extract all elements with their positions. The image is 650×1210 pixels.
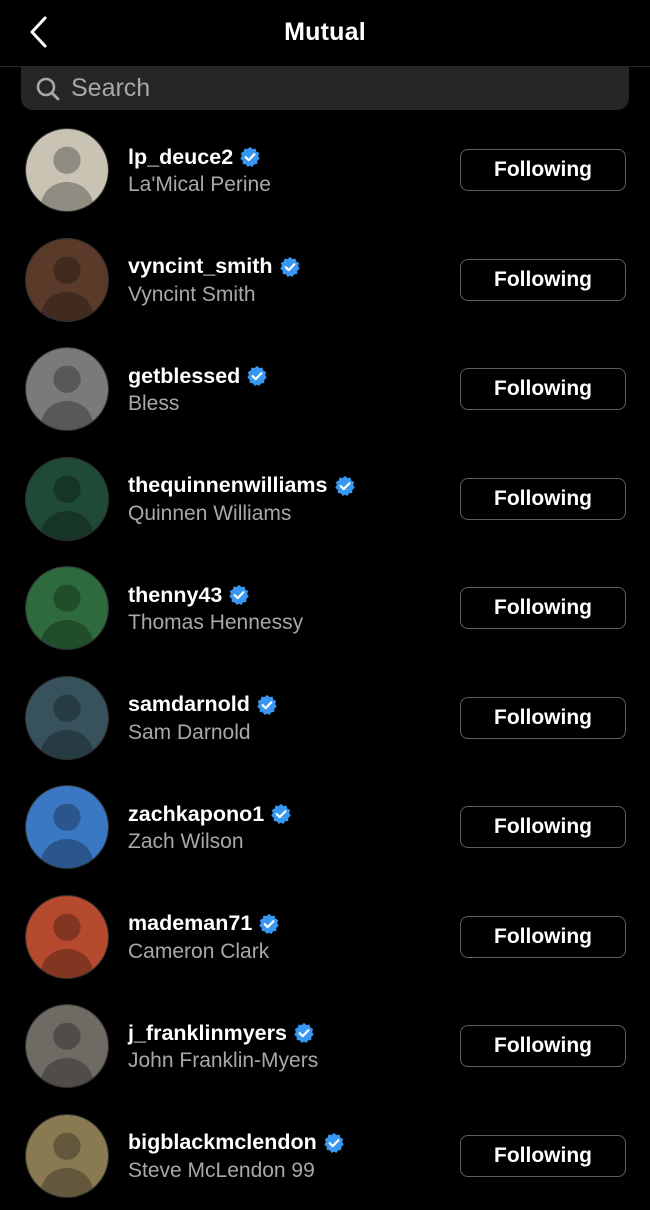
username-line: vyncint_smith — [128, 253, 301, 281]
username[interactable]: thenny43 — [128, 583, 222, 608]
avatar-image — [26, 348, 108, 430]
username[interactable]: vyncint_smith — [128, 254, 273, 279]
verified-badge-icon — [323, 1132, 345, 1154]
full-name: Cameron Clark — [128, 939, 270, 963]
avatar[interactable] — [25, 347, 109, 431]
username-line: lp_deuce2 — [128, 143, 261, 171]
username-line: j_franklinmyers — [128, 1019, 315, 1047]
following-button[interactable]: Following — [460, 1025, 626, 1067]
avatar-image — [26, 895, 108, 978]
user-row[interactable]: lp_deuce2 La'Mical Perine Following — [0, 115, 650, 225]
username[interactable]: thequinnenwilliams — [128, 473, 328, 498]
verified-badge-icon — [258, 913, 280, 935]
username[interactable]: getblessed — [128, 364, 240, 389]
avatar-image — [26, 676, 108, 759]
username-line: mademan71 — [128, 910, 280, 938]
avatar-image — [26, 238, 108, 321]
following-button[interactable]: Following — [460, 149, 626, 191]
avatar[interactable] — [25, 675, 109, 760]
search-bar[interactable] — [21, 67, 629, 110]
avatar[interactable] — [25, 1004, 109, 1088]
following-button[interactable]: Following — [460, 806, 626, 848]
username-line: zachkapono1 — [128, 800, 292, 828]
avatar-image — [26, 129, 108, 211]
following-button[interactable]: Following — [460, 477, 626, 520]
top-bar: Mutual — [0, 0, 650, 67]
avatar-image — [26, 1114, 108, 1197]
full-name: La'Mical Perine — [128, 173, 271, 196]
following-button[interactable]: Following — [460, 915, 626, 958]
verified-badge-icon — [293, 1022, 315, 1044]
full-name: Steve McLendon 99 — [128, 1158, 315, 1182]
avatar[interactable] — [25, 237, 109, 322]
mutual-followers-list: lp_deuce2 La'Mical Perine Following vync… — [0, 115, 650, 1210]
following-button[interactable]: Following — [460, 258, 626, 301]
avatar[interactable] — [25, 566, 109, 650]
username-line: thenny43 — [128, 581, 250, 609]
username[interactable]: j_franklinmyers — [128, 1021, 287, 1046]
search-icon — [35, 76, 61, 102]
user-row[interactable]: zachkapono1 Zach Wilson Following — [0, 772, 650, 882]
avatar-image — [26, 1005, 108, 1087]
following-button[interactable]: Following — [460, 1134, 626, 1177]
user-row[interactable]: thenny43 Thomas Hennessy Following — [0, 553, 650, 663]
username-line: getblessed — [128, 362, 268, 390]
full-name: Sam Darnold — [128, 720, 251, 744]
verified-badge-icon — [228, 584, 250, 606]
user-row[interactable]: j_franklinmyers John Franklin-Myers Foll… — [0, 991, 650, 1101]
avatar-image — [26, 786, 108, 868]
username[interactable]: zachkapono1 — [128, 802, 264, 827]
avatar-image — [26, 567, 108, 649]
username[interactable]: samdarnold — [128, 692, 250, 717]
verified-badge-icon — [246, 365, 268, 387]
user-row[interactable]: bigblackmclendon Steve McLendon 99 Follo… — [0, 1101, 650, 1210]
user-row[interactable]: vyncint_smith Vyncint Smith Following — [0, 225, 650, 335]
following-button[interactable]: Following — [460, 696, 626, 739]
username[interactable]: lp_deuce2 — [128, 145, 233, 170]
following-button[interactable]: Following — [460, 587, 626, 629]
avatar[interactable] — [25, 1113, 109, 1198]
full-name: Quinnen Williams — [128, 501, 292, 525]
username-line: samdarnold — [128, 691, 278, 719]
username-line: thequinnenwilliams — [128, 472, 356, 500]
full-name: Zach Wilson — [128, 830, 244, 853]
verified-badge-icon — [239, 146, 261, 168]
full-name: Vyncint Smith — [128, 282, 256, 306]
avatar[interactable] — [25, 785, 109, 869]
verified-badge-icon — [270, 803, 292, 825]
verified-badge-icon — [334, 475, 356, 497]
full-name: Bless — [128, 392, 180, 415]
user-row[interactable]: getblessed Bless Following — [0, 334, 650, 444]
user-row[interactable]: samdarnold Sam Darnold Following — [0, 663, 650, 773]
verified-badge-icon — [256, 694, 278, 716]
verified-badge-icon — [279, 256, 301, 278]
avatar[interactable] — [25, 894, 109, 979]
search-input[interactable] — [71, 74, 591, 103]
page-title: Mutual — [284, 18, 366, 46]
username-line: bigblackmclendon — [128, 1129, 345, 1157]
user-row[interactable]: mademan71 Cameron Clark Following — [0, 882, 650, 992]
user-row[interactable]: thequinnenwilliams Quinnen Williams Foll… — [0, 444, 650, 554]
username[interactable]: bigblackmclendon — [128, 1130, 317, 1155]
avatar[interactable] — [25, 456, 109, 541]
username[interactable]: mademan71 — [128, 911, 252, 936]
avatar-image — [26, 457, 108, 540]
following-button[interactable]: Following — [460, 368, 626, 410]
full-name: John Franklin-Myers — [128, 1049, 319, 1072]
avatar[interactable] — [25, 128, 109, 212]
full-name: Thomas Hennessy — [128, 611, 304, 634]
